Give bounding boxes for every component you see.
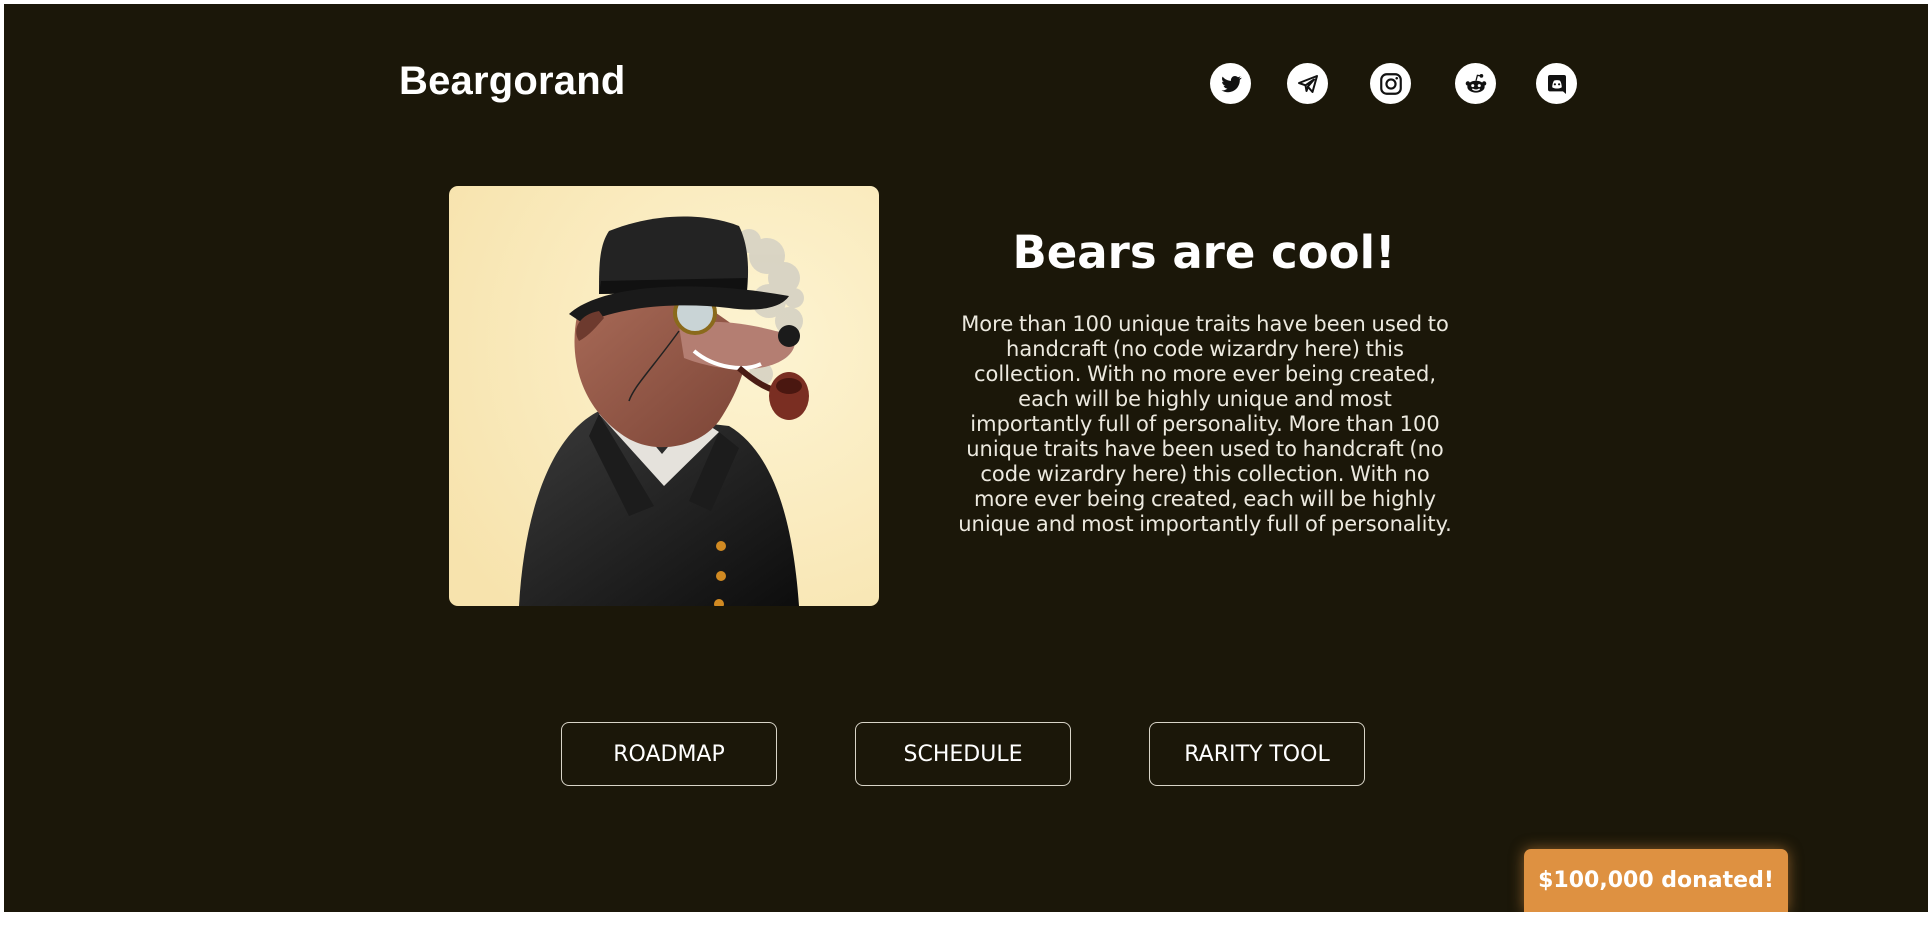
telegram-link[interactable] xyxy=(1287,63,1328,104)
reddit-link[interactable] xyxy=(1455,63,1496,104)
hero-description: More than 100 unique traits have been us… xyxy=(958,312,1452,536)
hero-bear-image xyxy=(449,186,879,606)
instagram-icon xyxy=(1378,71,1404,97)
reddit-icon xyxy=(1463,71,1489,97)
twitter-link[interactable] xyxy=(1210,63,1251,104)
page: Beargorand Bears are cool! More than 100… xyxy=(4,4,1928,912)
instagram-link[interactable] xyxy=(1370,63,1411,104)
donated-badge[interactable]: $100,000 donated! xyxy=(1524,849,1788,912)
discord-icon xyxy=(1545,72,1569,96)
twitter-icon xyxy=(1219,72,1243,96)
roadmap-button[interactable]: ROADMAP xyxy=(561,722,777,786)
hero-headline: Bears are cool! xyxy=(1012,226,1396,279)
telegram-icon xyxy=(1296,72,1320,96)
brand-logo-text[interactable]: Beargorand xyxy=(399,59,626,104)
discord-link[interactable] xyxy=(1536,63,1577,104)
rarity-tool-button[interactable]: RARITY TOOL xyxy=(1149,722,1365,786)
schedule-button[interactable]: SCHEDULE xyxy=(855,722,1071,786)
